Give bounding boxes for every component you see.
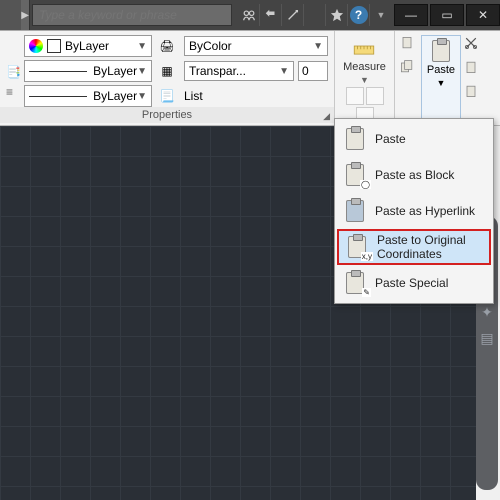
copy-link-button[interactable]	[463, 83, 483, 103]
paste-icon	[432, 40, 450, 62]
close-button[interactable]: ✕	[466, 4, 500, 26]
paste-link-icon	[343, 199, 367, 223]
menu-item-label: Paste as Block	[375, 168, 454, 182]
menu-item-label: Paste to Original Coordinates	[377, 233, 483, 261]
lineweight-combo[interactable]: ByLayer ▼	[24, 60, 152, 82]
color-swatch-icon	[47, 39, 61, 53]
qat-expand-icon[interactable]: ▶	[21, 0, 30, 30]
panel-expand-icon[interactable]: ◢	[323, 111, 330, 122]
measure-icon	[351, 33, 377, 59]
menu-item-label: Paste Special	[375, 276, 448, 290]
color-wheel-icon	[29, 39, 43, 53]
copy-icon	[399, 35, 415, 51]
linetype-combo[interactable]: ByLayer ▼	[24, 85, 152, 107]
object-color-combo[interactable]: ByLayer ▼	[24, 35, 152, 57]
transparency-value-input[interactable]	[298, 61, 328, 81]
menu-item-label: Paste as Hyperlink	[375, 204, 475, 218]
plotstyle-combo[interactable]: ByColor ▼	[184, 36, 328, 56]
paste-label: Paste	[427, 64, 455, 76]
minimize-button[interactable]: —	[394, 4, 428, 26]
paste-block-icon: ◯	[343, 163, 367, 187]
menu-item-paste-block[interactable]: ◯ Paste as Block	[337, 157, 491, 193]
panel-utilities: Measure ▼	[335, 31, 395, 125]
panel-title-properties: Properties	[0, 107, 334, 123]
clipboard-icon	[463, 59, 479, 75]
paste-icon	[343, 127, 367, 151]
measure-label: Measure	[343, 61, 386, 73]
list-button[interactable]: List	[184, 89, 203, 103]
match-properties-icon[interactable]: 📑	[6, 65, 24, 79]
quickselect-button[interactable]	[346, 87, 364, 105]
linetype-value: ByLayer	[93, 89, 137, 103]
menu-item-paste[interactable]: Paste	[337, 121, 491, 157]
exchange-icon[interactable]	[260, 4, 282, 26]
favorite-icon[interactable]	[326, 4, 348, 26]
paste-dropdown-menu: Paste ◯ Paste as Block Paste as Hyperlin…	[334, 118, 494, 304]
selectall-button[interactable]	[366, 87, 384, 105]
dropdown-arrow-icon: ▼	[137, 91, 147, 102]
search-input[interactable]	[32, 4, 232, 26]
object-color-value: ByLayer	[65, 39, 109, 53]
panel-clipboard: Paste ▼	[395, 31, 500, 125]
maximize-button[interactable]: ▭	[430, 4, 464, 26]
copyclip-button[interactable]	[399, 59, 419, 79]
search-box[interactable]	[32, 4, 232, 26]
help-icon: ?	[350, 6, 368, 24]
line-sample-icon	[29, 71, 87, 72]
paste-xy-icon: x,y	[345, 235, 369, 259]
ribbon: 📑 ≡ ByLayer ▼ ByLayer ▼ ByLayer	[0, 30, 500, 126]
sign-in-icon[interactable]	[238, 4, 260, 26]
dropdown-arrow-icon: ▼	[313, 41, 323, 52]
cut2-button[interactable]	[463, 35, 483, 55]
titlebar-quick-icons: ? ▼	[238, 4, 392, 26]
transparency-combo[interactable]: Transpar... ▼	[184, 61, 294, 81]
scissors-icon	[463, 35, 479, 51]
title-bar: ▶ ? ▼ — ▭ ✕	[0, 0, 500, 30]
menu-item-paste-special[interactable]: ✎ Paste Special	[337, 265, 491, 301]
paste-split-button[interactable]: Paste ▼	[421, 35, 461, 125]
plotstyle-icon: 🖨	[158, 37, 176, 55]
orbit-icon[interactable]: ✦	[479, 304, 495, 320]
clipboard2-icon	[463, 83, 479, 99]
dropdown-arrow-icon: ▼	[360, 75, 369, 85]
copybase-button[interactable]	[463, 59, 483, 79]
line-sample-icon	[29, 96, 87, 97]
bylayer-override-icon[interactable]: ≡	[6, 85, 24, 99]
help-button[interactable]: ?	[348, 4, 370, 26]
copy2-icon	[399, 59, 415, 75]
paste-special-icon: ✎	[343, 271, 367, 295]
dropdown-arrow-icon: ▼	[279, 66, 289, 77]
measure-button[interactable]: Measure ▼	[343, 33, 386, 85]
lineweight-value: ByLayer	[93, 64, 137, 78]
dropdown-arrow-icon: ▼	[437, 78, 446, 88]
panel-properties: 📑 ≡ ByLayer ▼ ByLayer ▼ ByLayer	[0, 31, 335, 125]
options-icon[interactable]	[282, 4, 304, 26]
help-dropdown-icon[interactable]: ▼	[370, 4, 392, 26]
menu-item-paste-original-coordinates[interactable]: x,y Paste to Original Coordinates	[337, 229, 491, 265]
transparency-icon: ▦	[158, 62, 176, 80]
plotstyle-value: ByColor	[189, 39, 232, 53]
list-icon: 📃	[158, 87, 176, 105]
transparency-label: Transpar...	[189, 64, 246, 78]
dropdown-arrow-icon: ▼	[137, 41, 147, 52]
showmotion-icon[interactable]: ▤	[479, 330, 495, 346]
window-controls: — ▭ ✕	[392, 4, 500, 26]
menu-item-label: Paste	[375, 132, 406, 146]
cut-button[interactable]	[399, 35, 419, 55]
separator-icon	[304, 4, 326, 26]
titlebar-left-section	[0, 0, 21, 30]
dropdown-arrow-icon: ▼	[137, 66, 147, 77]
menu-item-paste-hyperlink[interactable]: Paste as Hyperlink	[337, 193, 491, 229]
